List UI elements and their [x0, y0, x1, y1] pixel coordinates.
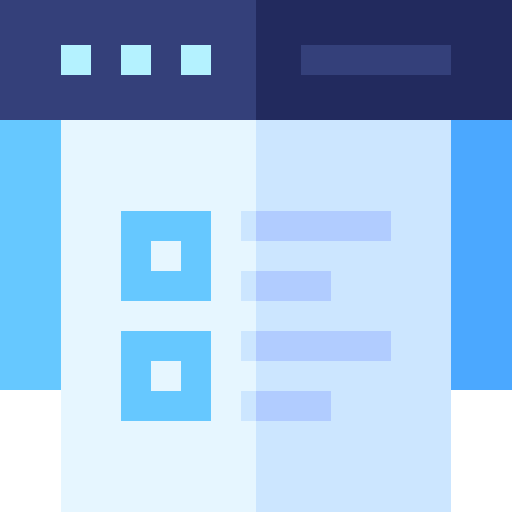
checkbox-inner	[151, 241, 181, 271]
text-line-icon	[241, 391, 256, 421]
window-side-left	[0, 120, 61, 390]
text-line-icon	[241, 271, 256, 301]
checkbox-icon	[121, 331, 211, 421]
text-line-icon	[256, 271, 331, 301]
text-line-icon	[256, 391, 331, 421]
checkbox-icon	[121, 211, 211, 301]
window-dot-icon	[121, 45, 151, 75]
text-line-icon	[256, 211, 391, 241]
text-line-icon	[241, 211, 256, 241]
window-dot-icon	[61, 45, 91, 75]
window-side-right	[451, 120, 512, 390]
document-sheet-right	[256, 120, 451, 512]
document-sheet-left	[61, 120, 256, 512]
browser-checklist-illustration	[0, 0, 512, 512]
window-dot-icon	[181, 45, 211, 75]
checkbox-inner	[151, 361, 181, 391]
text-line-icon	[256, 331, 391, 361]
text-line-icon	[241, 331, 256, 361]
address-bar-icon	[301, 45, 451, 75]
